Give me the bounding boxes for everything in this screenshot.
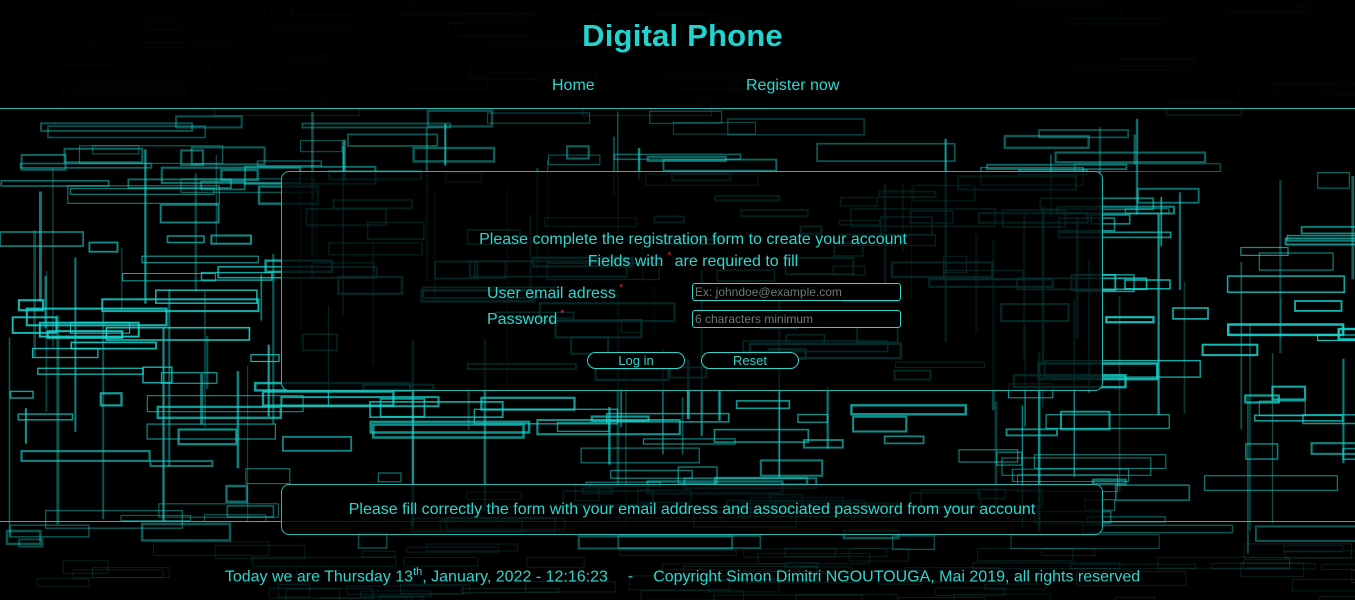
intro-required-text: are required to fill bbox=[674, 253, 799, 270]
email-field[interactable] bbox=[692, 283, 901, 301]
email-label: User email adress * bbox=[487, 282, 626, 303]
footer-copyright: Copyright Simon Dimitri NGOUTOUGA, Mai 2… bbox=[653, 568, 1141, 586]
page: Digital Phone Home Register now Please c… bbox=[0, 0, 1355, 600]
email-required-marker-icon: * bbox=[618, 282, 624, 294]
intro-fields-with: Fields with bbox=[587, 253, 664, 270]
nav-link-register[interactable]: Register now bbox=[746, 77, 839, 95]
site-title: Digital Phone bbox=[582, 18, 783, 53]
password-required-marker-icon: * bbox=[560, 308, 565, 320]
intro-line-2: Fields with * are required to fill bbox=[282, 250, 1104, 274]
password-field[interactable] bbox=[692, 310, 901, 328]
footer-date-prefix: Today we are Thursday 13 bbox=[224, 568, 414, 586]
nav-link-home[interactable]: Home bbox=[552, 77, 595, 95]
required-marker-icon: * bbox=[667, 250, 672, 262]
intro-line-1: Please complete the registration form to… bbox=[479, 231, 907, 248]
password-label-text: Password bbox=[487, 311, 558, 328]
footer-date-rest: , January, 2022 - 12:16:23 bbox=[422, 568, 608, 586]
reset-button[interactable]: Reset bbox=[701, 352, 799, 369]
login-button[interactable]: Log in bbox=[587, 352, 685, 369]
password-label: Password * bbox=[487, 308, 568, 329]
footer: Today we are Thursday 13th, January, 202… bbox=[0, 566, 1355, 586]
email-label-text: User email adress bbox=[487, 285, 616, 302]
footer-separator: - bbox=[627, 568, 634, 586]
form-instructions: Please complete the registration form to… bbox=[282, 229, 1104, 274]
header: Digital Phone Home Register now bbox=[0, 0, 1355, 109]
footer-date-suffix: th bbox=[413, 566, 423, 578]
login-form-panel: Please complete the registration form to… bbox=[281, 171, 1103, 391]
info-message-panel: Please fill correctly the form with your… bbox=[281, 484, 1103, 535]
info-message: Please fill correctly the form with your… bbox=[348, 501, 1036, 518]
